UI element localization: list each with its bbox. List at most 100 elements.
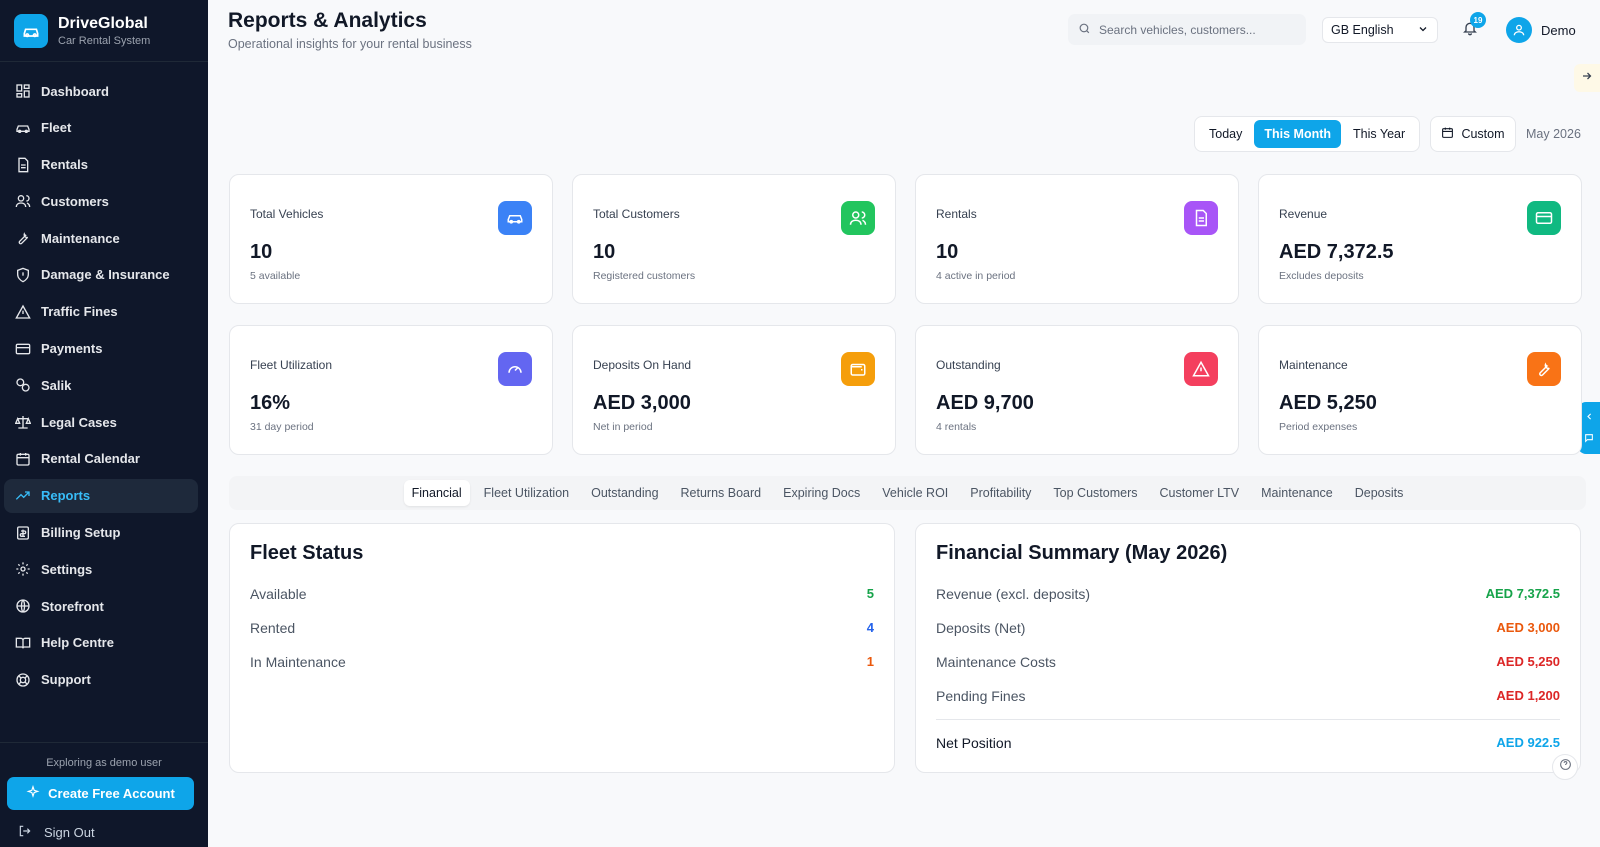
fleet-status-panel: Fleet Status Available 5 Rented 4 In Mai…: [229, 523, 895, 773]
sidebar-item-damage-insurance[interactable]: Damage & Insurance: [4, 258, 198, 292]
fleet-status-value: 4: [866, 620, 874, 635]
stat-value: AED 7,372.5: [1279, 241, 1394, 263]
stat-label: Rentals: [936, 207, 977, 221]
user-name: Demo: [1541, 22, 1576, 38]
users-icon: [841, 201, 875, 235]
period-this-year-button[interactable]: This Year: [1343, 120, 1415, 148]
sidebar-item-billing-setup[interactable]: Billing Setup: [4, 516, 198, 550]
stat-value: 10: [250, 241, 273, 263]
brand[interactable]: DriveGlobal Car Rental System: [0, 0, 208, 62]
credit-card-icon: [1527, 201, 1561, 235]
sidebar-item-support[interactable]: Support: [4, 663, 198, 697]
scale-icon: [14, 413, 32, 431]
sidebar: DriveGlobal Car Rental System Dashboard …: [0, 0, 208, 847]
shield-icon: [14, 266, 32, 284]
period-today-button[interactable]: Today: [1199, 120, 1252, 148]
sidebar-item-legal-cases[interactable]: Legal Cases: [4, 405, 198, 439]
sidebar-item-label: Traffic Fines: [41, 304, 118, 320]
period-this-month-button[interactable]: This Month: [1254, 120, 1342, 148]
tab-deposits[interactable]: Deposits: [1347, 480, 1412, 506]
stat-label: Fleet Utilization: [250, 358, 333, 372]
fleet-status-value: 1: [866, 654, 874, 669]
fleet-status-label: In Maintenance: [250, 654, 346, 670]
wrench-icon: [14, 229, 32, 247]
tab-customer-ltv[interactable]: Customer LTV: [1151, 480, 1247, 506]
sidebar-item-traffic-fines[interactable]: Traffic Fines: [4, 295, 198, 329]
users-icon: [14, 192, 32, 210]
sidebar-item-reports[interactable]: Reports: [4, 478, 198, 513]
current-period-label: May 2026: [1526, 127, 1581, 141]
sidebar-item-label: Storefront: [41, 598, 104, 614]
warning-icon: [1184, 352, 1218, 386]
sidebar-item-storefront[interactable]: Storefront: [4, 589, 198, 623]
create-free-account-button[interactable]: Create Free Account: [7, 777, 194, 810]
tab-maintenance[interactable]: Maintenance: [1253, 480, 1341, 506]
tab-vehicle-roi[interactable]: Vehicle ROI: [874, 480, 956, 506]
tab-returns-board[interactable]: Returns Board: [673, 480, 770, 506]
search-placeholder: Search vehicles, customers...: [1099, 22, 1256, 37]
wrench-icon: [1527, 352, 1561, 386]
book-icon: [14, 634, 32, 652]
period-selector: Today This Month This Year: [1194, 116, 1421, 152]
financial-row-value: AED 7,372.5: [1485, 586, 1560, 601]
custom-range-button[interactable]: Custom: [1430, 116, 1516, 152]
sidebar-item-label: Rental Calendar: [41, 451, 140, 467]
sign-out-link[interactable]: Sign Out: [0, 810, 208, 841]
trending-up-icon: [14, 487, 32, 505]
financial-row-label: Pending Fines: [936, 688, 1026, 704]
car-logo-icon: [14, 13, 48, 48]
tab-financial[interactable]: Financial: [403, 480, 470, 506]
tab-expiring-docs[interactable]: Expiring Docs: [775, 480, 868, 506]
sidebar-item-customers[interactable]: Customers: [4, 184, 198, 218]
expand-panel-button[interactable]: [1574, 64, 1600, 92]
user-menu[interactable]: Demo: [1506, 17, 1576, 43]
sidebar-item-fleet[interactable]: Fleet: [4, 111, 198, 145]
search-input[interactable]: Search vehicles, customers...: [1068, 14, 1306, 45]
sidebar-item-payments[interactable]: Payments: [4, 332, 198, 366]
sidebar-item-salik[interactable]: Salik: [4, 368, 198, 402]
stat-label: Revenue: [1279, 207, 1328, 221]
stat-subtext: 4 active in period: [936, 270, 1016, 282]
sidebar-item-label: Dashboard: [41, 83, 109, 99]
sidebar-item-label: Settings: [41, 561, 93, 577]
fleet-status-value: 5: [866, 586, 874, 601]
sidebar-item-dashboard[interactable]: Dashboard: [4, 74, 198, 108]
stat-value: 10: [593, 241, 616, 263]
financial-row: Pending Fines AED 1,200: [936, 688, 1560, 704]
fleet-status-row: Available 5: [250, 586, 874, 602]
sidebar-item-settings[interactable]: Settings: [4, 552, 198, 586]
stat-card-maintenance: Maintenance AED 5,250 Period expenses: [1258, 325, 1582, 455]
stat-card-total-vehicles: Total Vehicles 10 5 available: [229, 174, 553, 304]
sidebar-item-label: Help Centre: [41, 635, 114, 651]
net-position-value: AED 922.5: [1496, 735, 1560, 750]
stat-subtext: Period expenses: [1279, 421, 1358, 433]
tab-top-customers[interactable]: Top Customers: [1045, 480, 1145, 506]
tab-outstanding[interactable]: Outstanding: [583, 480, 666, 506]
stat-subtext: Excludes deposits: [1279, 270, 1364, 282]
sidebar-item-rental-calendar[interactable]: Rental Calendar: [4, 442, 198, 476]
sidebar-item-maintenance[interactable]: Maintenance: [4, 221, 198, 255]
chat-bubble-icon: [1584, 430, 1594, 448]
sidebar-item-label: Legal Cases: [41, 414, 117, 430]
stat-value: AED 9,700: [936, 392, 1034, 414]
stat-label: Outstanding: [936, 358, 1001, 372]
car-icon: [14, 119, 32, 137]
arrow-right-icon: [1581, 69, 1593, 87]
help-button[interactable]: [1552, 754, 1578, 780]
demo-user-note: Exploring as demo user: [46, 757, 162, 769]
stat-value: AED 3,000: [593, 392, 691, 414]
sidebar-item-help-centre[interactable]: Help Centre: [4, 626, 198, 660]
financial-row-label: Deposits (Net): [936, 620, 1026, 636]
divider: [936, 719, 1560, 720]
sidebar-item-label: Reports: [41, 488, 91, 504]
sidebar-item-rentals[interactable]: Rentals: [4, 148, 198, 182]
financial-row-value: AED 5,250: [1496, 654, 1560, 669]
stat-subtext: 31 day period: [250, 421, 314, 433]
tab-profitability[interactable]: Profitability: [962, 480, 1039, 506]
brand-name: DriveGlobal: [58, 14, 148, 32]
tab-fleet-utilization[interactable]: Fleet Utilization: [476, 480, 577, 506]
language-select[interactable]: GB English: [1322, 17, 1438, 43]
stat-value: AED 5,250: [1279, 392, 1377, 414]
page-title: Reports & Analytics: [228, 9, 427, 32]
stat-label: Total Customers: [593, 207, 680, 221]
